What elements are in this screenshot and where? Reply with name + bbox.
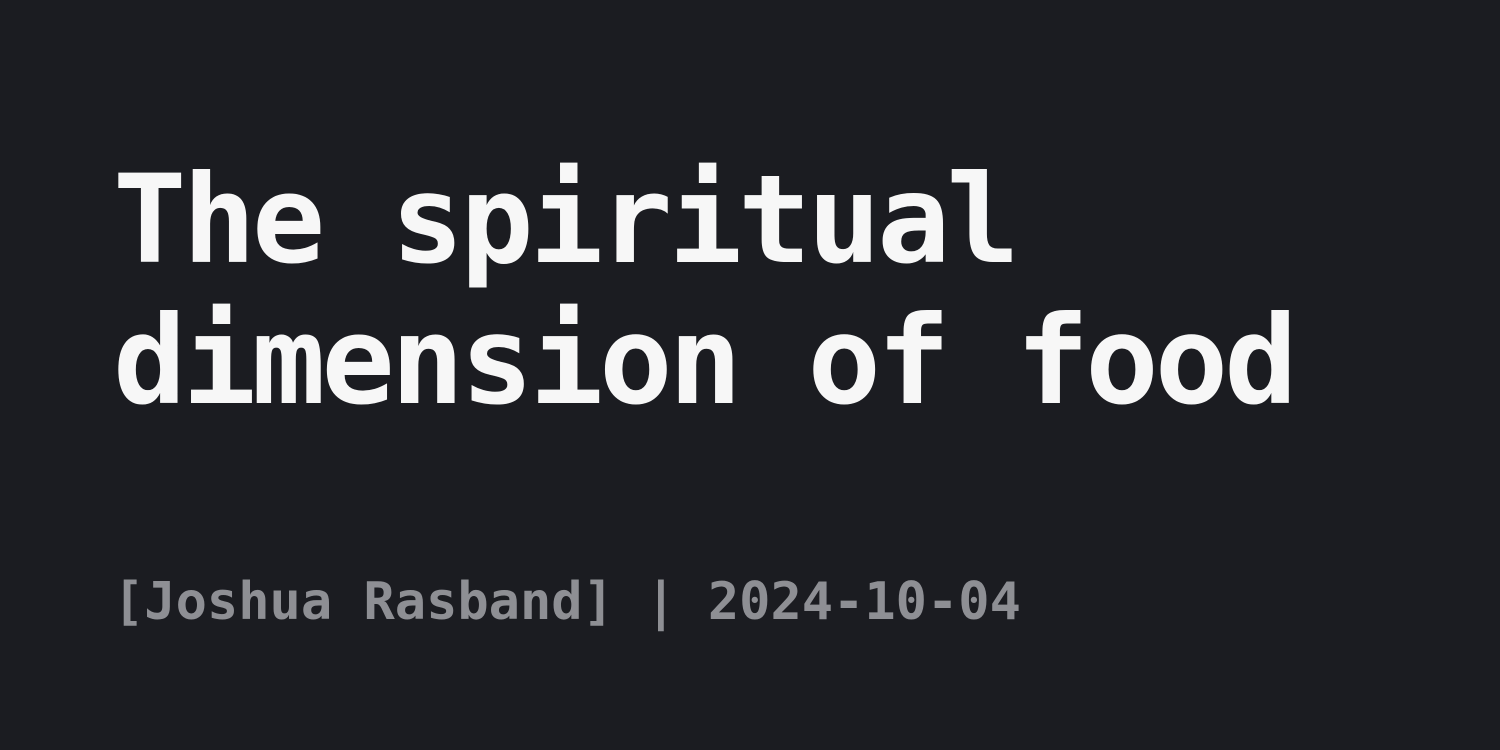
post-title: The spiritual dimension of food bbox=[113, 149, 1298, 432]
social-card: The spiritual dimension of food [Joshua … bbox=[0, 0, 1500, 750]
post-meta: [Joshua Rasband] | 2024-10-04 bbox=[113, 572, 1021, 632]
